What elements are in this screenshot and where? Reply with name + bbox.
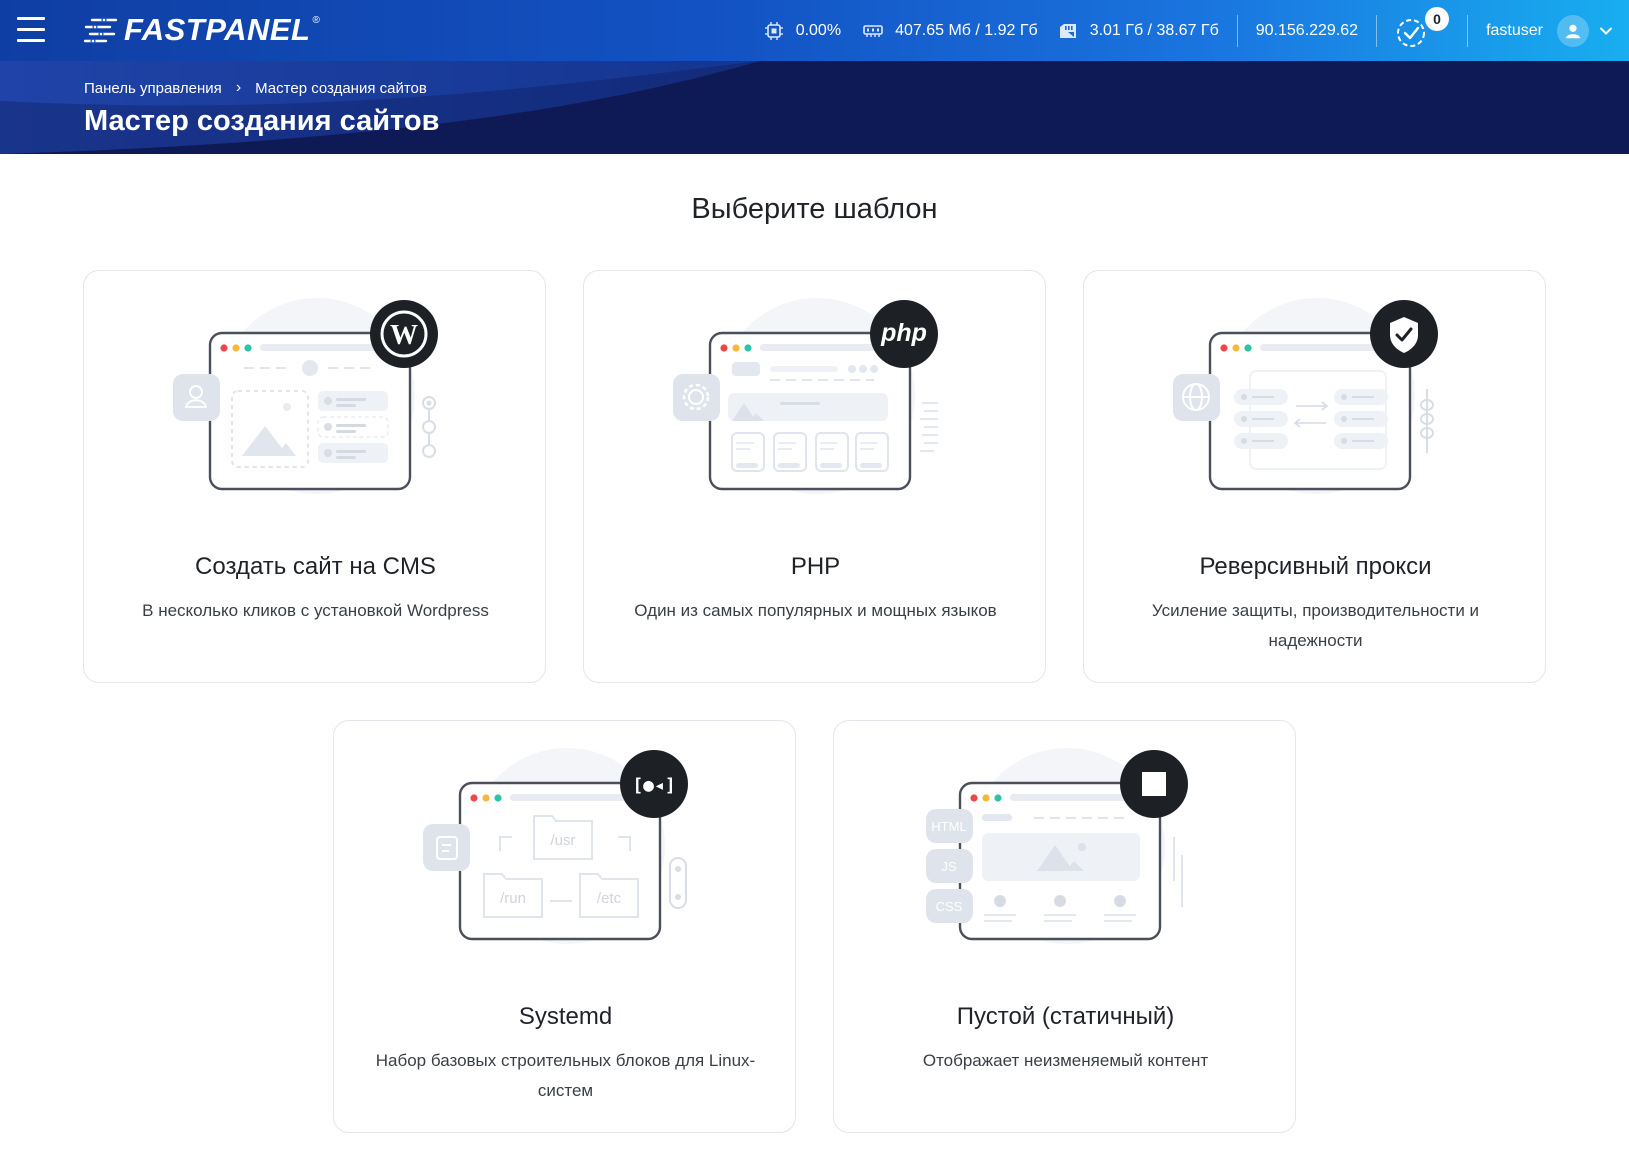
php-illustration: php	[673, 298, 938, 494]
card-title: PHP	[790, 553, 841, 580]
folder-etc-label: /etc	[597, 890, 622, 907]
card-title: Пустой (статичный)	[956, 1003, 1175, 1030]
card-description: Отображает неизменяемый контент	[922, 1051, 1209, 1070]
logo-registered-mark: ®	[312, 14, 320, 26]
card-title: Создать сайт на CMS	[195, 553, 436, 580]
divider	[1376, 14, 1378, 47]
card-title: Реверсивный прокси	[1199, 553, 1432, 580]
ram-usage[interactable]: 407.65 Мб / 1.92 Гб	[863, 21, 1038, 41]
folder-usr-label: /usr	[550, 832, 575, 849]
cpu-value: 0.00%	[795, 21, 842, 39]
breadcrumb-home-link[interactable]: Панель управления	[84, 80, 222, 97]
wordpress-icon: W	[370, 300, 438, 368]
disk-value: 3.01 Гб / 38.67 Гб	[1089, 21, 1219, 39]
svg-text:[●◂]: [●◂]	[632, 775, 675, 796]
systemd-icon: [●◂]	[620, 750, 688, 818]
stop-square-icon	[1120, 750, 1188, 818]
page-title: Мастер создания сайтов	[84, 105, 440, 137]
tag-html: HTML	[931, 819, 966, 834]
fastpanel-logo-icon	[84, 17, 118, 44]
template-card-cms[interactable]: W Создать сайт на CMS В несколько кликов…	[83, 270, 546, 683]
breadcrumb-current: Мастер создания сайтов	[255, 79, 427, 97]
shield-check-icon	[1370, 300, 1438, 368]
systemd-illustration: /usr /run /etc [●◂]	[423, 748, 688, 944]
server-stats: 0.00% 407.65 Мб / 1.92 Гб 3.01 Гб / 38.6…	[764, 0, 1629, 61]
chevron-down-icon	[1600, 27, 1612, 35]
menu-icon[interactable]	[17, 17, 45, 43]
template-card-php[interactable]: php PHP Один из самых популярных и мощны…	[583, 270, 1046, 683]
avatar	[1557, 14, 1589, 47]
page-header: Панель управления › Мастер создания сайт…	[0, 61, 1629, 154]
disk-icon	[1059, 23, 1076, 38]
folder-run-label: /run	[500, 890, 526, 907]
top-bar: FASTPANEL ® 0.00% 407.65 Мб / 1.92 Гб 3.…	[0, 0, 1629, 61]
cpu-icon	[764, 21, 783, 40]
logo[interactable]: FASTPANEL ®	[84, 12, 320, 48]
card-title: Systemd	[518, 1003, 613, 1030]
user-icon	[1565, 24, 1581, 38]
tag-js: JS	[941, 859, 957, 874]
card-description: В несколько кликов с установкой Wordpres…	[142, 601, 489, 620]
breadcrumb: Панель управления › Мастер создания сайт…	[84, 79, 427, 97]
server-ip[interactable]: 90.156.229.62	[1238, 22, 1376, 40]
ram-value: 407.65 Мб / 1.92 Гб	[895, 21, 1038, 39]
section-title: Выберите шаблон	[691, 193, 938, 225]
card-description: Усиление защиты, производительности и на…	[1151, 601, 1480, 650]
svg-text:W: W	[390, 320, 418, 351]
user-menu[interactable]: fastuser	[1468, 14, 1613, 47]
username: fastuser	[1486, 21, 1543, 39]
tag-css: CSS	[936, 899, 963, 914]
card-description: Набор базовых строительных блоков для Li…	[375, 1051, 756, 1100]
breadcrumb-separator: ›	[235, 79, 242, 96]
svg-text:php: php	[880, 319, 927, 347]
disk-usage[interactable]: 3.01 Гб / 38.67 Гб	[1058, 21, 1219, 41]
cms-illustration: W	[173, 298, 438, 494]
proxy-illustration	[1173, 298, 1438, 494]
ram-icon	[863, 24, 883, 37]
logo-text: FASTPANEL	[124, 12, 311, 47]
tasks-button[interactable]: 0	[1395, 6, 1450, 49]
php-icon: php	[870, 300, 938, 368]
notification-count-badge: 0	[1425, 6, 1450, 31]
template-card-systemd[interactable]: /usr /run /etc [●◂] Systemd Набор базовы…	[333, 720, 796, 1133]
cpu-usage[interactable]: 0.00%	[764, 21, 841, 41]
template-card-static[interactable]: HTML JS CSS Пустой (статичный) Отображае…	[833, 720, 1296, 1133]
card-description: Один из самых популярных и мощных языков	[634, 601, 997, 620]
template-card-reverse-proxy[interactable]: Реверсивный прокси Усиление защиты, прои…	[1083, 270, 1546, 683]
static-illustration: HTML JS CSS	[926, 748, 1188, 944]
